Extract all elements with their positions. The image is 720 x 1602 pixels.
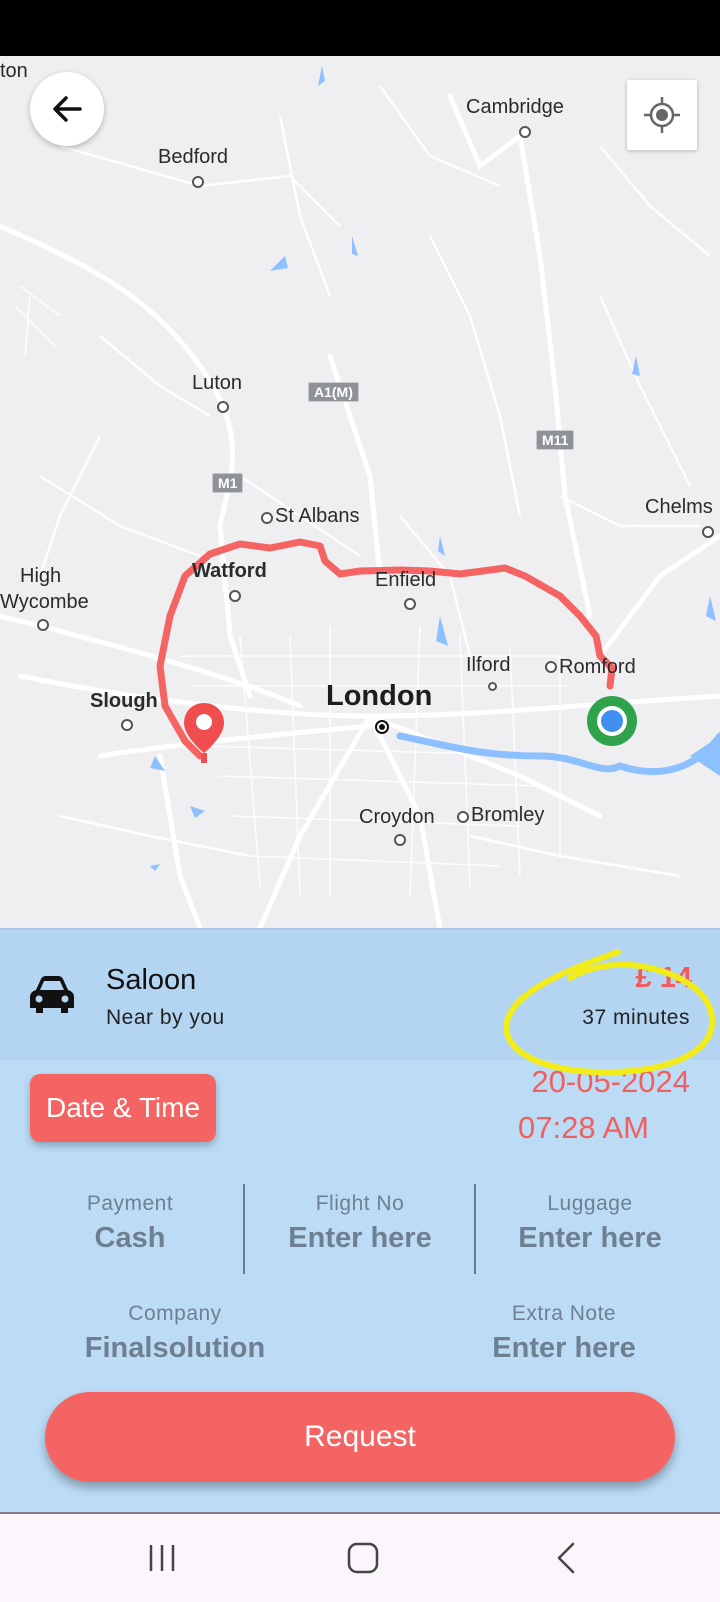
town-marker — [404, 598, 416, 610]
road-shield: A1(M) — [308, 382, 359, 402]
road-shield: M1 — [212, 473, 244, 493]
request-button[interactable]: Request — [45, 1392, 675, 1482]
flight-number-field[interactable]: Flight No Enter here — [250, 1192, 470, 1255]
ride-duration: 37 minutes — [582, 1006, 690, 1029]
town-label: High — [20, 565, 62, 587]
payment-field[interactable]: Payment Cash — [40, 1192, 220, 1255]
payment-label: Payment — [86, 1192, 174, 1215]
extra-note-value: Enter here — [492, 1332, 636, 1364]
town-marker — [457, 811, 469, 823]
scheduled-time: 07:28 AM — [518, 1110, 649, 1145]
luggage-value: Enter here — [518, 1222, 662, 1254]
town-label: St Albans — [275, 505, 360, 527]
chevron-left-icon — [557, 1542, 575, 1574]
extra-note-field[interactable]: Extra Note Enter here — [454, 1302, 674, 1365]
recents-icon — [149, 1545, 175, 1571]
home-button[interactable] — [333, 1536, 393, 1580]
town-label: Slough — [90, 690, 158, 712]
my-location-button[interactable] — [627, 80, 697, 150]
city-marker — [375, 720, 389, 734]
town-label: Luton — [192, 372, 243, 394]
system-nav-bar — [0, 1512, 720, 1602]
origin-marker-icon[interactable] — [585, 694, 639, 748]
destination-pin-icon[interactable] — [182, 701, 226, 767]
town-label: Chelms — [645, 496, 713, 518]
town-label: Ilford — [466, 654, 511, 676]
map-roads — [0, 66, 720, 928]
field-divider — [474, 1184, 476, 1274]
town-marker — [229, 590, 241, 602]
company-label: Company — [128, 1302, 222, 1325]
ride-price: £ 14 — [635, 962, 692, 994]
town-marker — [545, 661, 557, 673]
ride-option[interactable]: Saloon Near by you £ 14 37 minutes — [0, 930, 720, 1060]
town-marker — [37, 619, 49, 631]
town-label: Bedford — [158, 146, 229, 168]
home-icon — [347, 1542, 379, 1574]
back-button[interactable] — [30, 72, 104, 146]
town-label: Watford — [192, 560, 267, 582]
arrow-left-icon — [53, 96, 82, 122]
town-label: Wycombe — [0, 591, 89, 613]
town-label: Croydon — [359, 806, 435, 828]
nav-back-button[interactable] — [536, 1536, 596, 1580]
town-label: Cambridge — [466, 96, 564, 118]
town-marker — [217, 401, 229, 413]
town-marker — [121, 719, 133, 731]
field-divider — [243, 1184, 245, 1274]
town-label: Enfield — [375, 569, 437, 591]
flight-number-label: Flight No — [315, 1192, 405, 1215]
luggage-field[interactable]: Luggage Enter here — [480, 1192, 700, 1255]
ride-subtitle: Near by you — [106, 1006, 225, 1029]
car-icon — [30, 976, 74, 1013]
town-marker — [192, 176, 204, 188]
town-label: Bromley — [471, 804, 545, 826]
town-marker — [702, 526, 714, 538]
town-marker — [394, 834, 406, 846]
flight-number-value: Enter here — [288, 1222, 432, 1254]
town-marker — [488, 682, 497, 691]
status-bar — [0, 0, 720, 56]
date-time-button[interactable]: Date & Time — [30, 1074, 216, 1142]
town-marker — [261, 512, 273, 524]
extra-note-label: Extra Note — [511, 1302, 617, 1325]
map-view[interactable]: ton Cambridge Bedford Luton St Albans Ch… — [0, 56, 720, 928]
company-field[interactable]: Company Finalsolution — [60, 1302, 290, 1365]
ride-name: Saloon — [106, 964, 197, 996]
town-label: Romford — [559, 656, 636, 678]
scheduled-date: 20-05-2024 — [531, 1064, 690, 1099]
town-label: ton — [0, 60, 28, 82]
company-value: Finalsolution — [84, 1332, 266, 1364]
luggage-label: Luggage — [547, 1192, 633, 1215]
recents-button[interactable] — [132, 1536, 192, 1580]
road-shield: M11 — [536, 430, 575, 450]
town-marker — [519, 126, 531, 138]
booking-panel: Saloon Near by you £ 14 37 minutes Date … — [0, 928, 720, 1514]
crosshair-icon — [644, 97, 680, 133]
payment-value: Cash — [94, 1222, 166, 1254]
city-label: London — [326, 680, 433, 712]
